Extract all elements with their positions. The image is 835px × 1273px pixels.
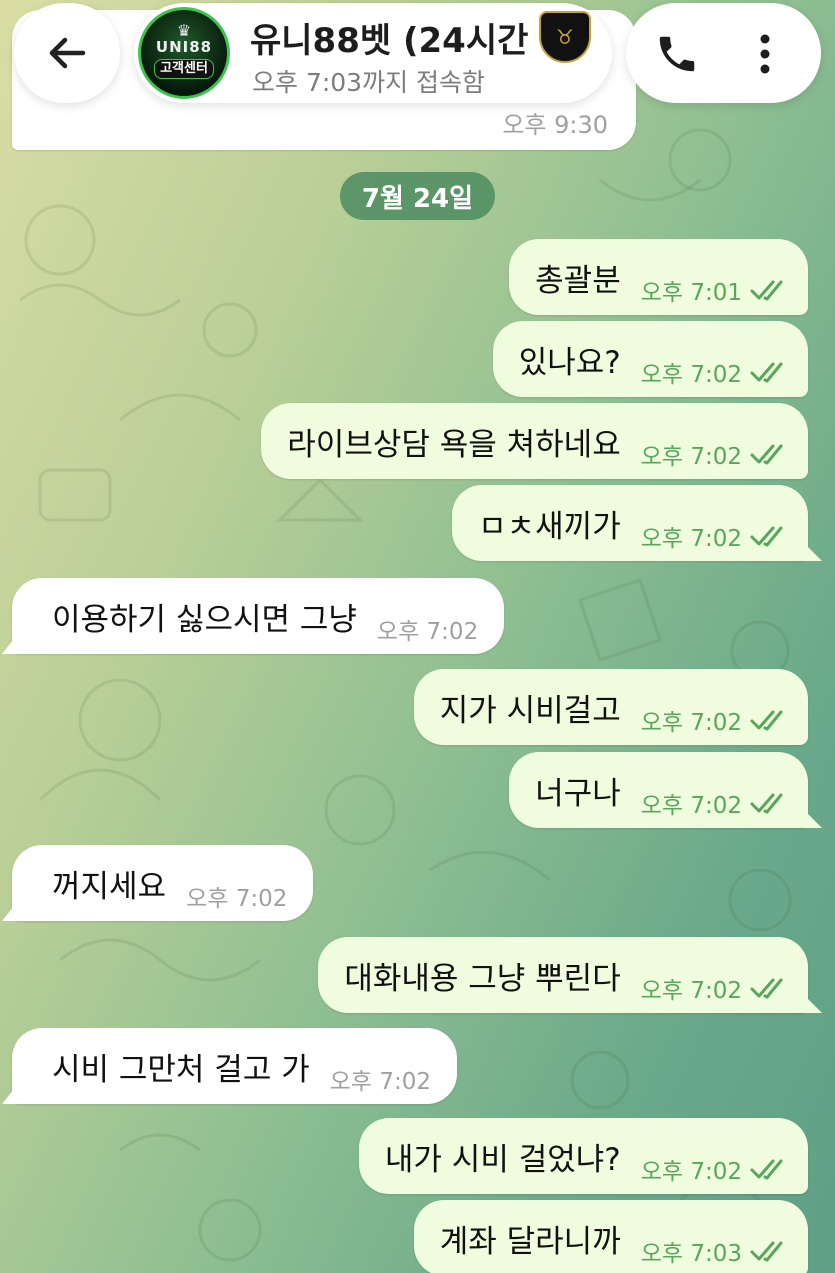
double-check-icon [750,710,783,731]
message-outgoing[interactable]: ㅁㅊ새끼가 오후 7:02 [452,485,808,561]
message-text: 대화내용 그냥 뿌린다 [344,960,621,997]
message-time: 오후 7:02 [329,1069,432,1095]
message-text: 이용하기 싫으시면 그냥 [52,601,357,638]
message-time: 오후 7:02 [640,526,742,552]
message-time: 오후 9:30 [502,111,608,139]
message-time: 오후 7:02 [376,619,479,645]
double-check-icon [750,793,783,814]
date-divider: 7월 24일 [340,172,495,220]
chat-info[interactable]: ♛ UNI88 고객센터 유니88벳 (24시간 ♉ 오후 7:03까지 접속함 [134,3,612,103]
phone-icon[interactable] [654,31,700,77]
message-text: 라이브상담 욕을 쳐하네요 [287,426,621,463]
message-time: 오후 7:02 [640,362,742,388]
message-outgoing[interactable]: 내가 시비 걸었냐? 오후 7:02 [358,1118,808,1194]
crown-icon: ♛ [176,21,192,41]
message-outgoing[interactable]: 계좌 달라니까 오후 7:03 [413,1200,808,1273]
message-text: 시비 그만처 걸고 가 [52,1051,310,1088]
message-incoming[interactable]: 시비 그만처 걸고 가 오후 7:02 [12,1028,458,1104]
double-check-icon [750,1241,783,1262]
header-actions [626,3,821,103]
message-text: 내가 시비 걸었냐? [384,1141,621,1178]
message-incoming[interactable]: 꺼지세요 오후 7:02 [12,845,314,921]
message-text: 계좌 달라니까 [439,1223,621,1260]
message-outgoing[interactable]: 너구나 오후 7:02 [509,752,808,828]
last-seen-status: 오후 7:03까지 접속함 [252,68,486,97]
message-time: 오후 7:02 [640,444,742,470]
message-time: 오후 7:02 [640,710,742,736]
arrow-left-icon [49,37,86,69]
message-text: ㅁㅊ새끼가 [478,508,621,545]
message-outgoing[interactable]: 라이브상담 욕을 쳐하네요 오후 7:02 [261,403,808,479]
message-time: 오후 7:02 [640,978,742,1004]
message-outgoing[interactable]: 지가 시비걸고 오후 7:02 [413,669,808,745]
double-check-icon [750,444,783,465]
message-time: 오후 7:03 [640,1241,742,1267]
message-text: 지가 시비걸고 [439,692,621,729]
double-check-icon [750,362,783,383]
message-outgoing[interactable]: 있나요? 오후 7:02 [492,321,808,397]
message-outgoing[interactable]: 대화내용 그냥 뿌린다 오후 7:02 [318,937,808,1013]
message-text: 있나요? [518,344,621,381]
chat-title: 유니88벳 (24시간 [250,21,529,61]
double-check-icon [750,526,783,547]
avatar-subtitle: 고객센터 [154,58,214,79]
message-outgoing[interactable]: 총괄분 오후 7:01 [509,239,808,315]
back-button[interactable] [14,3,120,103]
avatar-brand: UNI88 [155,38,213,57]
message-time: 오후 7:02 [186,886,288,912]
double-check-icon [750,978,783,999]
message-time: 오후 7:01 [640,280,742,306]
bull-emblem-icon: ♉ [539,11,591,63]
more-vertical-icon[interactable] [750,31,780,77]
message-incoming[interactable]: 이용하기 싫으시면 그냥 오후 7:02 [12,578,505,654]
double-check-icon [750,1159,783,1180]
message-time: 오후 7:02 [640,793,742,819]
avatar[interactable]: ♛ UNI88 고객센터 [138,7,230,99]
chat-header: ♛ UNI88 고객센터 유니88벳 (24시간 ♉ 오후 7:03까지 접속함 [0,0,835,110]
message-text: 총괄분 [535,262,621,299]
message-text: 꺼지세요 [52,868,167,905]
message-time: 오후 7:02 [640,1159,742,1185]
message-text: 너구나 [535,775,621,812]
double-check-icon [750,280,783,301]
